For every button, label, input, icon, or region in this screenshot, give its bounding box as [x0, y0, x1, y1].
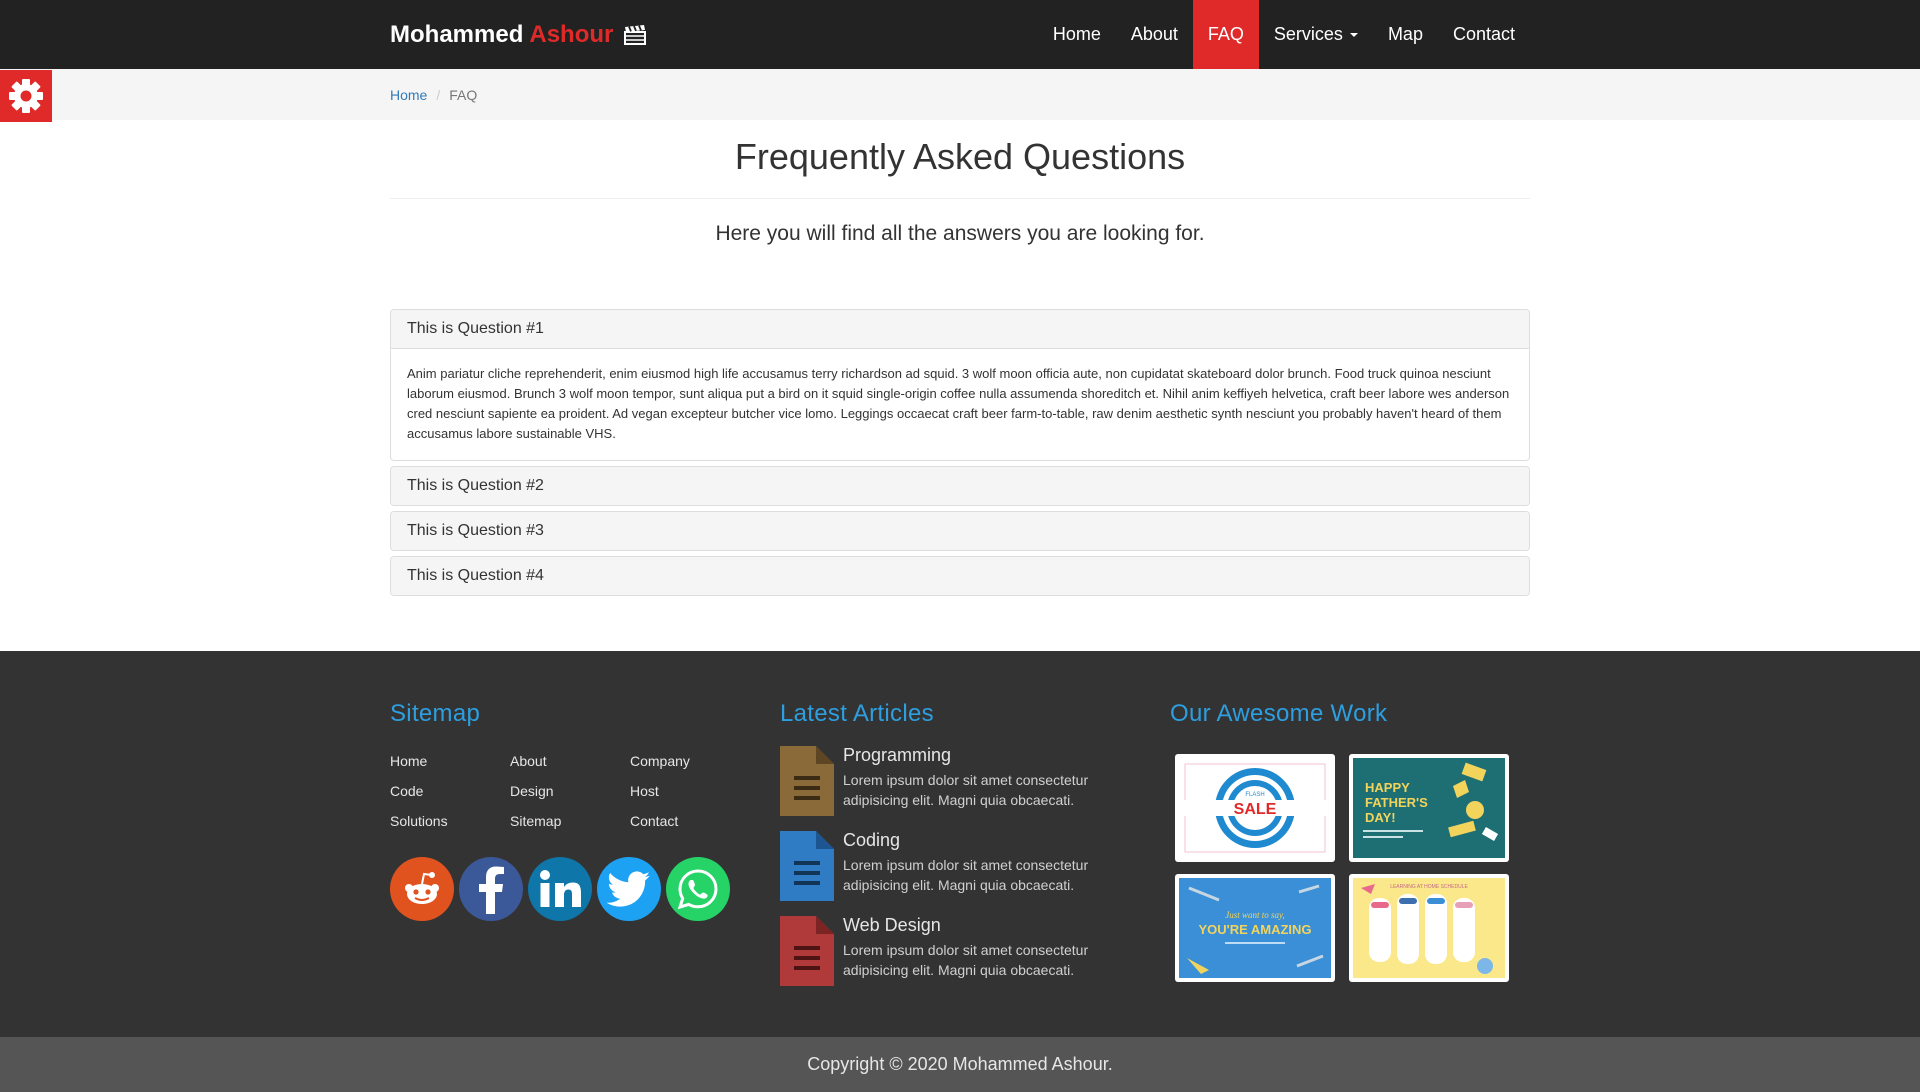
social-links	[390, 857, 750, 921]
portfolio-thumbnail-amazing[interactable]: Just want to say, YOU'RE AMAZING	[1175, 874, 1335, 982]
faq-question-2[interactable]: This is Question #2	[391, 467, 1529, 505]
sitemap-link-contact[interactable]: Contact	[630, 812, 750, 831]
svg-text:YOU'RE AMAZING: YOU'RE AMAZING	[1198, 922, 1311, 937]
clapperboard-icon	[623, 24, 647, 46]
portfolio-thumbnail-schedule[interactable]: LEARNING AT HOME SCHEDULE	[1349, 874, 1509, 982]
latest-articles-section: Latest Articles Programming Lorem ipsum …	[780, 700, 1110, 986]
article-item[interactable]: Coding Lorem ipsum dolor sit amet consec…	[780, 829, 1110, 901]
caret-down-icon	[1349, 32, 1358, 37]
portfolio-grid: FLASH SALE HAPPY FATHER'S DAY! Just want…	[1175, 754, 1530, 982]
main-nav: Home About FAQ Services Map Contact	[1038, 0, 1530, 69]
faq-answer-1: Anim pariatur cliche reprehenderit, enim…	[391, 348, 1529, 460]
breadcrumb: Home / FAQ	[390, 69, 477, 120]
faq-question-4[interactable]: This is Question #4	[391, 557, 1529, 595]
article-excerpt: Lorem ipsum dolor sit amet consectetur a…	[843, 772, 1089, 808]
copyright-text: Copyright © 2020 Mohammed Ashour.	[807, 1054, 1113, 1074]
sitemap-link-solutions[interactable]: Solutions	[390, 812, 510, 831]
document-icon	[780, 831, 834, 901]
document-icon	[780, 746, 834, 816]
settings-toggle[interactable]	[0, 70, 52, 122]
portfolio-heading: Our Awesome Work	[1170, 700, 1388, 727]
navbar: Mohammed Ashour Home About FAQ Services …	[0, 0, 1920, 69]
copyright-bar: Copyright © 2020 Mohammed Ashour.	[0, 1037, 1920, 1092]
sitemap-section: Sitemap Home About Company Code Design H…	[390, 700, 750, 921]
article-item[interactable]: Web Design Lorem ipsum dolor sit amet co…	[780, 914, 1110, 986]
breadcrumb-separator: /	[436, 86, 441, 103]
sitemap-link-design[interactable]: Design	[510, 782, 630, 801]
faq-question-1[interactable]: This is Question #1	[391, 310, 1529, 348]
articles-heading: Latest Articles	[780, 700, 934, 727]
sitemap-link-code[interactable]: Code	[390, 782, 510, 801]
twitter-icon[interactable]	[597, 857, 661, 921]
article-excerpt: Lorem ipsum dolor sit amet consectetur a…	[843, 942, 1089, 978]
portfolio-thumbnail-sale[interactable]: FLASH SALE	[1175, 754, 1335, 862]
sitemap-link-sitemap[interactable]: Sitemap	[510, 812, 630, 831]
reddit-icon[interactable]	[390, 857, 454, 921]
faq-panel: This is Question #2	[390, 466, 1530, 506]
nav-services[interactable]: Services	[1259, 0, 1373, 69]
portfolio-thumbnail-fathers-day[interactable]: HAPPY FATHER'S DAY!	[1349, 754, 1509, 862]
nav-contact[interactable]: Contact	[1438, 0, 1530, 69]
article-title[interactable]: Web Design	[843, 914, 1110, 936]
faq-panel: This is Question #1 Anim pariatur cliche…	[390, 309, 1530, 461]
linkedin-icon[interactable]	[528, 857, 592, 921]
faq-accordion: This is Question #1 Anim pariatur cliche…	[390, 309, 1530, 601]
svg-text:LEARNING AT HOME SCHEDULE: LEARNING AT HOME SCHEDULE	[1390, 884, 1468, 890]
sitemap-link-home[interactable]: Home	[390, 752, 510, 771]
brand-logo[interactable]: Mohammed Ashour	[390, 0, 647, 69]
sitemap-heading: Sitemap	[390, 700, 481, 727]
faq-panel: This is Question #4	[390, 556, 1530, 596]
article-title[interactable]: Programming	[843, 744, 1110, 766]
whatsapp-icon[interactable]	[666, 857, 730, 921]
article-content: Web Design Lorem ipsum dolor sit amet co…	[843, 914, 1110, 986]
sitemap-link-about[interactable]: About	[510, 752, 630, 771]
faq-panel: This is Question #3	[390, 511, 1530, 551]
svg-text:Just want to say,: Just want to say,	[1225, 910, 1285, 920]
breadcrumb-bar: Home / FAQ	[0, 69, 1920, 120]
title-divider	[390, 198, 1530, 199]
page-subtitle: Here you will find all the answers you a…	[715, 222, 1205, 245]
brand-first-name: Mohammed	[390, 20, 524, 48]
facebook-icon[interactable]	[459, 857, 523, 921]
portfolio-section: Our Awesome Work FLASH SALE HAPPY FATHER…	[1170, 700, 1530, 982]
article-content: Coding Lorem ipsum dolor sit amet consec…	[843, 829, 1110, 901]
article-list: Programming Lorem ipsum dolor sit amet c…	[780, 744, 1110, 986]
nav-map[interactable]: Map	[1373, 0, 1438, 69]
nav-faq[interactable]: FAQ	[1192, 0, 1259, 69]
svg-text:SALE: SALE	[1234, 801, 1277, 818]
gear-icon	[9, 79, 43, 113]
breadcrumb-current: FAQ	[449, 86, 478, 103]
footer: Sitemap Home About Company Code Design H…	[0, 651, 1920, 1037]
sitemap-links: Home About Company Code Design Host Solu…	[390, 752, 750, 831]
document-icon	[780, 916, 834, 986]
svg-text:FLASH: FLASH	[1245, 792, 1264, 798]
brand-last-name: Ashour	[529, 20, 614, 48]
nav-services-label: Services	[1273, 24, 1343, 44]
nav-home[interactable]: Home	[1038, 0, 1116, 69]
article-excerpt: Lorem ipsum dolor sit amet consectetur a…	[843, 857, 1089, 893]
article-item[interactable]: Programming Lorem ipsum dolor sit amet c…	[780, 744, 1110, 816]
nav-about[interactable]: About	[1116, 0, 1193, 69]
article-content: Programming Lorem ipsum dolor sit amet c…	[843, 744, 1110, 816]
faq-question-3[interactable]: This is Question #3	[391, 512, 1529, 550]
sitemap-link-company[interactable]: Company	[630, 752, 750, 771]
breadcrumb-home[interactable]: Home	[390, 87, 427, 103]
sitemap-link-host[interactable]: Host	[630, 782, 750, 801]
article-title[interactable]: Coding	[843, 829, 1110, 851]
page-title: Frequently Asked Questions	[734, 136, 1186, 177]
